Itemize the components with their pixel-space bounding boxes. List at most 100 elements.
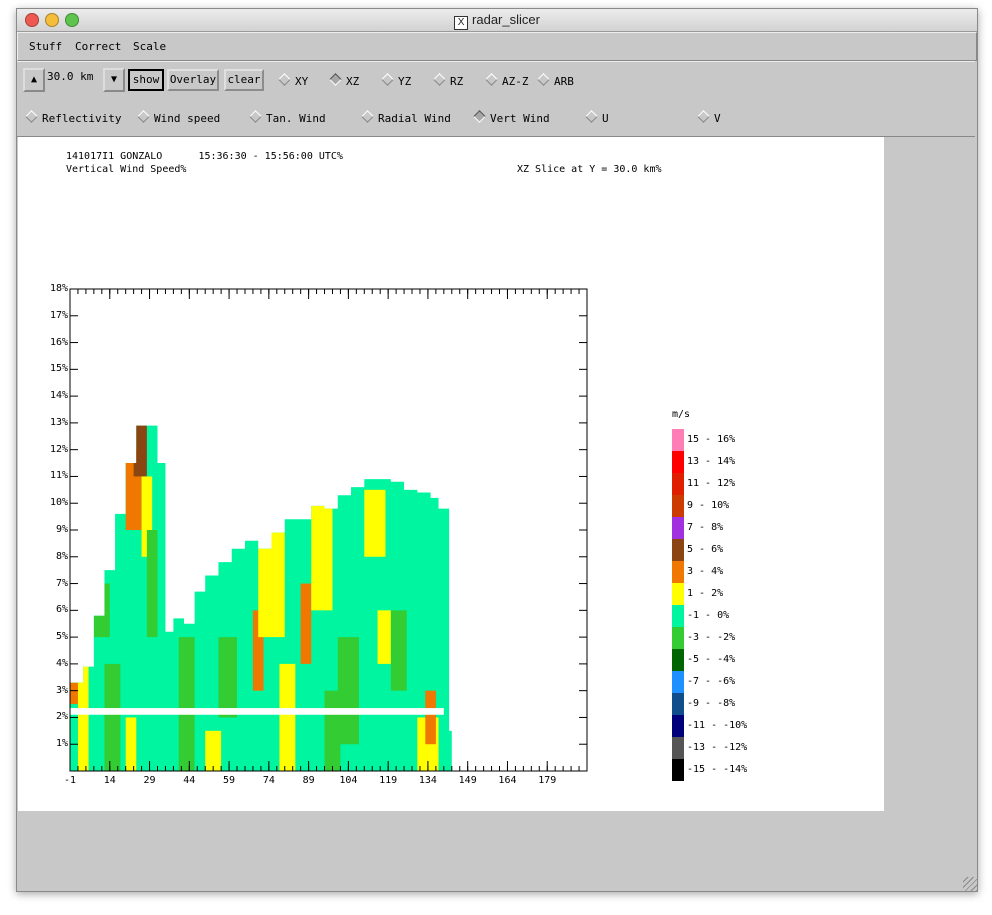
velocity-cell: [77, 666, 89, 771]
colorbar-row: 9 - 10%: [672, 495, 782, 517]
colorbar-swatch: [672, 649, 684, 671]
radio-slice-rz[interactable]: RZ: [433, 73, 464, 88]
range-value: 30.0 km: [47, 70, 94, 83]
velocity-cell: [364, 489, 386, 557]
radio-slice-xz[interactable]: XZ: [329, 73, 360, 88]
radio-label: ARB: [554, 75, 574, 88]
colorbar-label: -11 - -10%: [687, 720, 748, 731]
radio-diamond-icon: [25, 110, 38, 123]
colorbar-label: -1 - 0%: [687, 610, 730, 621]
radio-field-wind-speed[interactable]: Wind speed: [137, 110, 221, 125]
radio-label: AZ-Z: [502, 75, 529, 88]
velocity-cell: [205, 730, 222, 771]
title-bar: Xradar_slicer: [17, 9, 977, 32]
velocity-cell: [125, 717, 137, 771]
colorbar-row: 3 - 4%: [672, 561, 782, 583]
colorbar-swatch: [672, 583, 684, 605]
colorbar-row: 5 - 6%: [672, 539, 782, 561]
radio-slice-yz[interactable]: YZ: [381, 73, 412, 88]
resize-grip-icon[interactable]: [963, 877, 977, 891]
radio-diamond-icon: [278, 73, 291, 86]
colorbar-label: 5 - 6%: [687, 544, 724, 555]
menu-correct[interactable]: Correct: [75, 40, 121, 53]
colorbar-swatch: [672, 473, 684, 495]
radio-diamond-icon: [537, 73, 550, 86]
radio-diamond-icon: [329, 73, 342, 86]
velocity-cell: [337, 637, 359, 745]
colorbar-swatch: [672, 671, 684, 693]
colorbar-label: -15 - -14%: [687, 764, 748, 775]
radio-field-tan-wind[interactable]: Tan. Wind: [249, 110, 326, 125]
velocity-cell: [324, 690, 341, 771]
colorbar-row: 1 - 2%: [672, 583, 782, 605]
radio-label: XY: [295, 75, 309, 88]
radio-diamond-icon: [585, 110, 598, 123]
radio-diamond-icon: [485, 73, 498, 86]
radio-label: XZ: [346, 75, 360, 88]
colorbar-row: -11 - -10%: [672, 715, 782, 737]
colorbar-swatch: [672, 429, 684, 451]
x11-app-icon: X: [454, 16, 469, 30]
radio-label: Tan. Wind: [266, 112, 326, 125]
velocity-cell: [390, 610, 407, 691]
colorbar-label: 7 - 8%: [687, 522, 724, 533]
radio-diamond-icon: [137, 110, 150, 123]
radio-label: V: [714, 112, 721, 125]
radio-slice-xy[interactable]: XY: [278, 73, 309, 88]
colorbar-unit: m/s: [672, 409, 691, 420]
velocity-cell: [178, 637, 195, 771]
colorbar-label: 11 - 12%: [687, 478, 736, 489]
overlay-button[interactable]: Overlay: [167, 69, 219, 91]
radar-slicer-window: Xradar_slicer Stuff Correct Scale ▲ 30.0…: [16, 8, 978, 892]
menu-stuff[interactable]: Stuff: [29, 40, 62, 53]
colorbar-swatch: [672, 759, 684, 781]
range-up-button[interactable]: ▲: [23, 68, 45, 92]
range-down-button[interactable]: ▼: [103, 68, 125, 92]
colorbar-label: -9 - -8%: [687, 698, 736, 709]
colorbar-row: -7 - -6%: [672, 671, 782, 693]
velocity-cell: [300, 583, 312, 664]
velocity-cell: [311, 503, 333, 611]
velocity-cell: [133, 425, 147, 477]
radio-slice-arb[interactable]: ARB: [537, 73, 574, 88]
show-button[interactable]: show: [127, 68, 165, 92]
radio-diamond-icon: [361, 110, 374, 123]
radio-field-v[interactable]: V: [697, 110, 721, 125]
colorbar-swatch: [672, 737, 684, 759]
menu-scale[interactable]: Scale: [133, 40, 166, 53]
colorbar-swatch: [672, 605, 684, 627]
colorbar-swatch: [672, 517, 684, 539]
radio-slice-az-z[interactable]: AZ-Z: [485, 73, 529, 88]
velocity-cell: [218, 637, 238, 718]
radio-label: RZ: [450, 75, 464, 88]
colorbar-label: -13 - -12%: [687, 742, 748, 753]
up-triangle-icon: ▲: [30, 74, 38, 85]
window-title-text: radar_slicer: [472, 12, 540, 27]
radio-label: YZ: [398, 75, 412, 88]
radio-field-u[interactable]: U: [585, 110, 609, 125]
clear-button[interactable]: clear: [224, 69, 264, 91]
radio-field-vert-wind[interactable]: Vert Wind: [473, 110, 550, 125]
colorbar-swatch: [672, 539, 684, 561]
colorbar-row: -9 - -8%: [672, 693, 782, 715]
toolbar: ▲ 30.0 km ▼ show Overlay clear XY XZ YZ …: [17, 61, 975, 137]
colorbar-label: -3 - -2%: [687, 632, 736, 643]
colorbar-row: -5 - -4%: [672, 649, 782, 671]
colorbar-label: 15 - 16%: [687, 434, 736, 445]
velocity-cell: [258, 530, 285, 638]
colorbar-label: 1 - 2%: [687, 588, 724, 599]
velocity-cell: [70, 682, 78, 705]
colorbar-swatch: [672, 693, 684, 715]
radio-label: Wind speed: [154, 112, 221, 125]
colorbar-row: -15 - -14%: [672, 759, 782, 781]
plot-canvas[interactable]: 141017I1 GONZALO 15:36:30 - 15:56:00 UTC…: [18, 137, 884, 811]
velocity-cell: [146, 530, 158, 638]
radio-label: U: [602, 112, 609, 125]
colorbar-row: -3 - -2%: [672, 627, 782, 649]
radio-field-radial-wind[interactable]: Radial Wind: [361, 110, 451, 125]
colorbar-row: -1 - 0%: [672, 605, 782, 627]
radio-field-reflectivity[interactable]: Reflectivity: [25, 110, 121, 125]
colorbar-label: 13 - 14%: [687, 456, 736, 467]
colorbar-label: 9 - 10%: [687, 500, 730, 511]
menu-bar: Stuff Correct Scale: [17, 32, 977, 61]
